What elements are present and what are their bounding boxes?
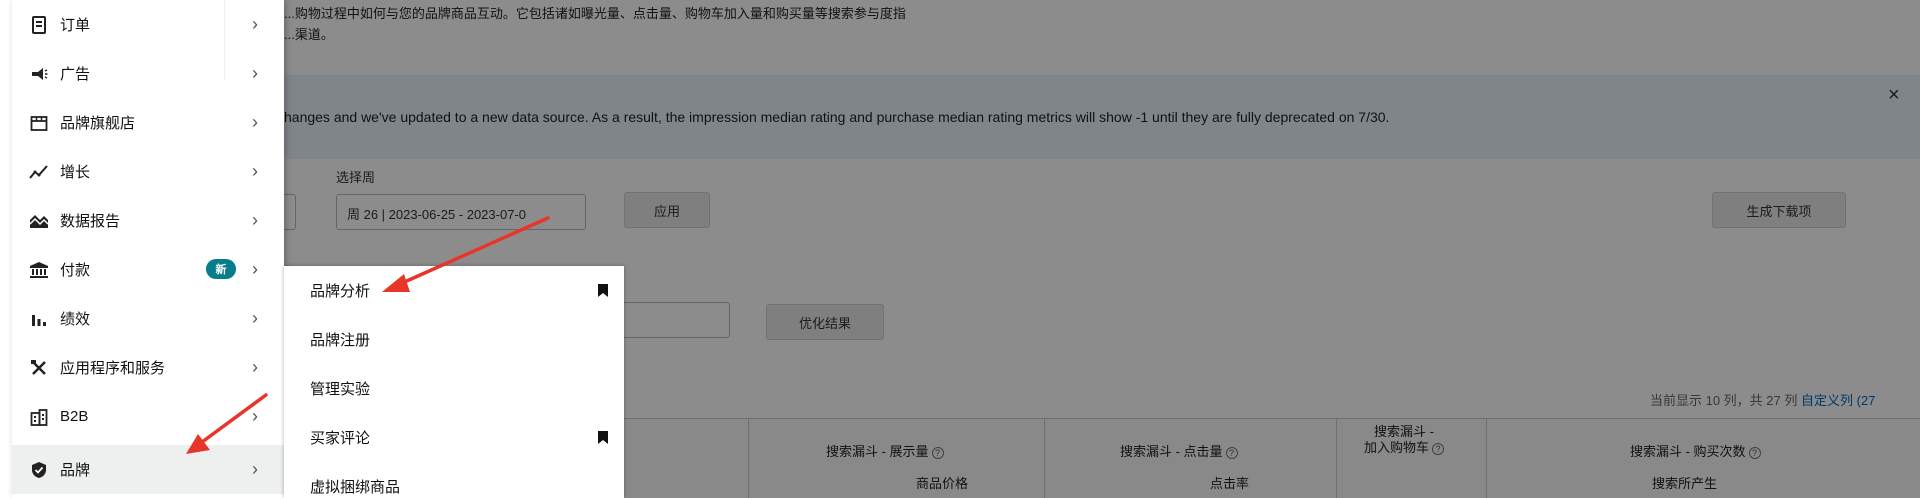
nav-item-label: 数据报告: [60, 213, 121, 230]
chevron-right-icon: ›: [252, 259, 258, 279]
submenu-item-label: 品牌分析: [310, 283, 371, 300]
nav-item-data-reports[interactable]: 数据报告 ›: [12, 196, 284, 245]
submenu-item-customer-reviews[interactable]: 买家评论: [284, 413, 624, 462]
submenu-item-brand-analytics[interactable]: 品牌分析: [284, 266, 624, 315]
nav-item-orders[interactable]: 订单 ›: [12, 0, 284, 49]
megaphone-icon: [29, 64, 49, 84]
nav-item-brand[interactable]: 品牌 ›: [12, 445, 284, 494]
nav-item-brand-store[interactable]: 品牌旗舰店 ›: [12, 98, 284, 147]
submenu-item-label: 品牌注册: [310, 332, 371, 349]
storefront-icon: [29, 113, 49, 133]
nav-item-label: B2B: [60, 408, 89, 425]
orders-icon: [29, 15, 49, 35]
nav-item-payments[interactable]: 付款 新 ›: [12, 245, 284, 294]
submenu-item-label: 虚拟捆绑商品: [310, 479, 401, 496]
nav-item-apps-services[interactable]: 应用程序和服务 ›: [12, 343, 284, 392]
bookmark-icon[interactable]: [598, 284, 608, 297]
nav-item-label: 应用程序和服务: [60, 360, 166, 377]
brand-submenu: 品牌分析 品牌注册 管理实验 买家评论 虚拟捆绑商品: [284, 266, 624, 498]
nav-item-performance[interactable]: 绩效 ›: [12, 294, 284, 343]
nav-item-label: 订单: [60, 17, 91, 34]
bookmark-icon[interactable]: [598, 431, 608, 444]
chevron-right-icon: ›: [252, 161, 258, 181]
shield-icon: [29, 460, 49, 480]
submenu-item-manage-experiments[interactable]: 管理实验: [284, 364, 624, 413]
chevron-right-icon: ›: [252, 357, 258, 377]
chevron-right-icon: ›: [252, 63, 258, 83]
nav-item-label: 品牌: [60, 462, 91, 479]
chevron-right-icon: ›: [252, 112, 258, 132]
chevron-right-icon: ›: [252, 406, 258, 426]
submenu-item-brand-registry[interactable]: 品牌注册: [284, 315, 624, 364]
chevron-right-icon: ›: [252, 210, 258, 230]
chevron-right-icon: ›: [252, 14, 258, 34]
building-icon: [29, 407, 49, 427]
chevron-right-icon: ›: [252, 308, 258, 328]
nav-item-label: 品牌旗舰店: [60, 115, 136, 132]
growth-icon: [29, 162, 49, 182]
new-badge: 新: [206, 259, 236, 279]
nav-item-label: 广告: [60, 66, 91, 83]
nav-item-label: 增长: [60, 164, 91, 181]
nav-item-growth[interactable]: 增长 ›: [12, 147, 284, 196]
submenu-item-label: 买家评论: [310, 430, 371, 447]
tools-icon: [29, 358, 49, 378]
nav-item-label: 付款: [60, 262, 91, 279]
nav-item-b2b[interactable]: B2B ›: [12, 392, 284, 441]
nav-item-label: 绩效: [60, 311, 91, 328]
nav-item-ads[interactable]: 广告 ›: [12, 49, 284, 98]
submenu-item-virtual-bundles[interactable]: 虚拟捆绑商品: [284, 462, 624, 498]
bar-chart-icon: [29, 309, 49, 329]
chevron-right-icon: ›: [252, 459, 258, 479]
submenu-item-label: 管理实验: [310, 381, 371, 398]
left-edge: [0, 0, 12, 498]
main-nav-menu: 订单 › 广告 › 品牌旗舰店 › 增长 › 数据报告 › 付款 新 › 绩效 …: [12, 0, 284, 498]
bank-icon: [29, 260, 49, 280]
data-report-icon: [29, 211, 49, 231]
